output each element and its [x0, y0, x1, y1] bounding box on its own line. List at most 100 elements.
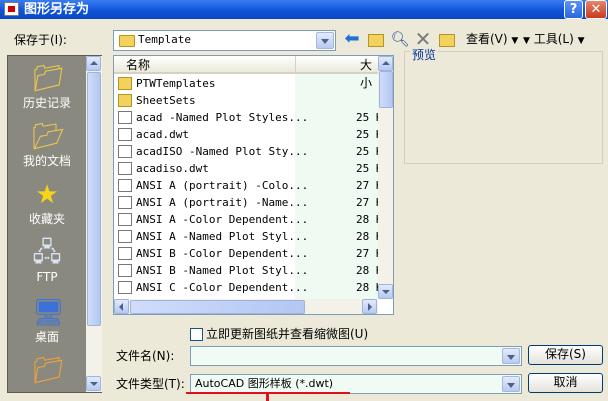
- place-label: 历史记录: [22, 96, 71, 110]
- dwt-file-icon: [118, 145, 132, 158]
- chevron-down-icon: ▼: [523, 36, 530, 46]
- file-row[interactable]: PTWTemplates: [118, 75, 393, 92]
- file-list-vscroll[interactable]: [378, 56, 393, 299]
- new-folder-icon[interactable]: [437, 30, 457, 48]
- file-list-hscroll[interactable]: [114, 299, 378, 314]
- file-row[interactable]: ANSI A -Named Plot Styl... 28 K: [118, 228, 393, 245]
- file-name: acad -Named Plot Styles...: [136, 111, 309, 124]
- places-bar: 📁︎ 历史记录 📂︎ 我的文档 ★ 收藏夹 🖧︎ FTP 🖥︎ 桌面 📁︎: [7, 55, 102, 393]
- dwt-file-icon: [118, 128, 132, 141]
- cancel-button[interactable]: 取消: [528, 373, 603, 393]
- view-menu[interactable]: 查看(V) ▼: [466, 31, 518, 49]
- scroll-up-arrow-icon[interactable]: [86, 56, 101, 71]
- file-name: ANSI A -Color Dependent...: [136, 213, 309, 226]
- save-button[interactable]: 保存(S): [528, 345, 603, 365]
- column-header-size[interactable]: 大小: [295, 56, 380, 90]
- file-name: acadiso.dwt: [136, 162, 209, 175]
- file-row[interactable]: ANSI C -Color Dependent... 28 K: [118, 279, 393, 296]
- buzzsaw-icon: 📁︎: [32, 356, 66, 386]
- file-name: PTWTemplates: [136, 77, 216, 90]
- place-label: FTP: [36, 270, 58, 284]
- autocad-app-icon: [4, 2, 19, 16]
- dwt-file-icon: [118, 196, 132, 209]
- file-name: ANSI C -Color Dependent...: [136, 281, 309, 294]
- place-desktop[interactable]: 🖥︎ 桌面: [8, 298, 86, 358]
- file-name: acadISO -Named Plot Sty...: [136, 145, 309, 158]
- filename-input[interactable]: [190, 346, 522, 366]
- file-name: ANSI A (portrait) -Name...: [136, 196, 309, 209]
- filetype-value: AutoCAD 图形样板 (*.dwt): [195, 377, 334, 390]
- place-my-documents[interactable]: 📂︎ 我的文档: [8, 122, 86, 182]
- chevron-down-icon[interactable]: [316, 32, 334, 49]
- title-bar[interactable]: 图形另存为 ? ✕: [0, 0, 608, 19]
- scroll-thumb[interactable]: [130, 300, 305, 314]
- preview-pane: [404, 51, 603, 164]
- file-row[interactable]: acad -Named Plot Styles... 25 K: [118, 109, 393, 126]
- dwt-file-icon: [118, 247, 132, 260]
- scroll-up-arrow-icon[interactable]: [378, 56, 393, 71]
- file-row[interactable]: acadiso.dwt 25 K: [118, 160, 393, 177]
- up-folder-icon[interactable]: [366, 30, 386, 48]
- file-row[interactable]: ANSI A (portrait) -Name... 27 K: [118, 194, 393, 211]
- file-row[interactable]: ANSI A -Color Dependent... 28 K: [118, 211, 393, 228]
- file-row[interactable]: ANSI A (portrait) -Colo... 27 K: [118, 177, 393, 194]
- tools-menu-label: 工具(L): [533, 32, 574, 46]
- favorites-star-icon: ★: [35, 180, 59, 210]
- chevron-down-icon: ▼: [577, 36, 585, 46]
- preview-label: 预览: [410, 47, 439, 63]
- file-row[interactable]: acadISO -Named Plot Sty... 25 K: [118, 143, 393, 160]
- chevron-down-icon[interactable]: [502, 348, 520, 364]
- place-buzzsaw[interactable]: 📁︎: [8, 356, 86, 394]
- filename-label: 文件名(N):: [116, 349, 175, 363]
- save-in-value: Template: [138, 33, 191, 46]
- column-header-name[interactable]: 名称: [114, 56, 295, 74]
- dwt-file-icon: [118, 162, 132, 175]
- help-button[interactable]: ?: [564, 0, 583, 19]
- save-in-dropdown[interactable]: Template: [113, 30, 336, 51]
- file-name: SheetSets: [136, 94, 196, 107]
- back-arrow-icon[interactable]: ⬅: [342, 30, 362, 48]
- update-thumbnail-label: 立即更新图纸并查看缩微图(U): [206, 327, 369, 341]
- place-history[interactable]: 📁︎ 历史记录: [8, 64, 86, 124]
- file-row[interactable]: SheetSets: [118, 92, 393, 109]
- filetype-dropdown[interactable]: AutoCAD 图形样板 (*.dwt): [190, 374, 522, 394]
- search-web-icon[interactable]: 🔍︎: [390, 30, 410, 48]
- save-in-label: 保存于(I):: [14, 33, 67, 47]
- chevron-down-icon: ▼: [511, 36, 519, 46]
- view-menu-label: 查看(V): [466, 32, 508, 46]
- scroll-right-arrow-icon[interactable]: [362, 299, 377, 314]
- place-label: 桌面: [34, 330, 59, 344]
- dwt-file-icon: [118, 111, 132, 124]
- scroll-down-arrow-icon[interactable]: [86, 376, 101, 391]
- places-scrollbar[interactable]: [86, 56, 102, 392]
- scroll-left-arrow-icon[interactable]: [114, 299, 129, 314]
- file-row[interactable]: ANSI B -Color Dependent... 27 K: [118, 245, 393, 262]
- scroll-down-arrow-icon[interactable]: [378, 284, 393, 299]
- folder-icon: [119, 35, 135, 47]
- folder-icon: [118, 94, 132, 107]
- file-row[interactable]: acad.dwt 25 K: [118, 126, 393, 143]
- dwt-file-icon: [118, 281, 132, 294]
- file-row[interactable]: ANSI B -Named Plot Styl... 28 K: [118, 262, 393, 279]
- place-label: 我的文档: [22, 154, 71, 168]
- delete-x-icon[interactable]: ✕: [413, 29, 433, 49]
- place-label: 收藏夹: [28, 212, 65, 226]
- update-thumbnail-checkbox[interactable]: [190, 328, 203, 341]
- column-header-name-label: 名称: [126, 58, 151, 72]
- filetype-label: 文件类型(T):: [116, 377, 185, 391]
- file-name: acad.dwt: [136, 128, 189, 141]
- close-button[interactable]: ✕: [585, 0, 607, 19]
- scroll-thumb[interactable]: [87, 72, 101, 326]
- place-favorites[interactable]: ★ 收藏夹: [8, 180, 86, 240]
- place-ftp[interactable]: 🖧︎ FTP: [8, 238, 86, 298]
- my-documents-icon: 📂︎: [32, 122, 66, 152]
- dwt-file-icon: [118, 264, 132, 277]
- red-pointer-annotation: [266, 394, 269, 401]
- tools-menu[interactable]: ▼ 工具(L) ▼: [523, 31, 585, 49]
- file-list[interactable]: 名称 大小 PTWTemplates SheetSets acad -Named P…: [113, 55, 394, 315]
- scroll-thumb[interactable]: [379, 71, 393, 108]
- chevron-down-icon[interactable]: [502, 376, 520, 392]
- file-name: ANSI B -Named Plot Styl...: [136, 264, 309, 277]
- ftp-icon: 🖧︎: [32, 238, 62, 268]
- file-name: ANSI A (portrait) -Colo...: [136, 179, 309, 192]
